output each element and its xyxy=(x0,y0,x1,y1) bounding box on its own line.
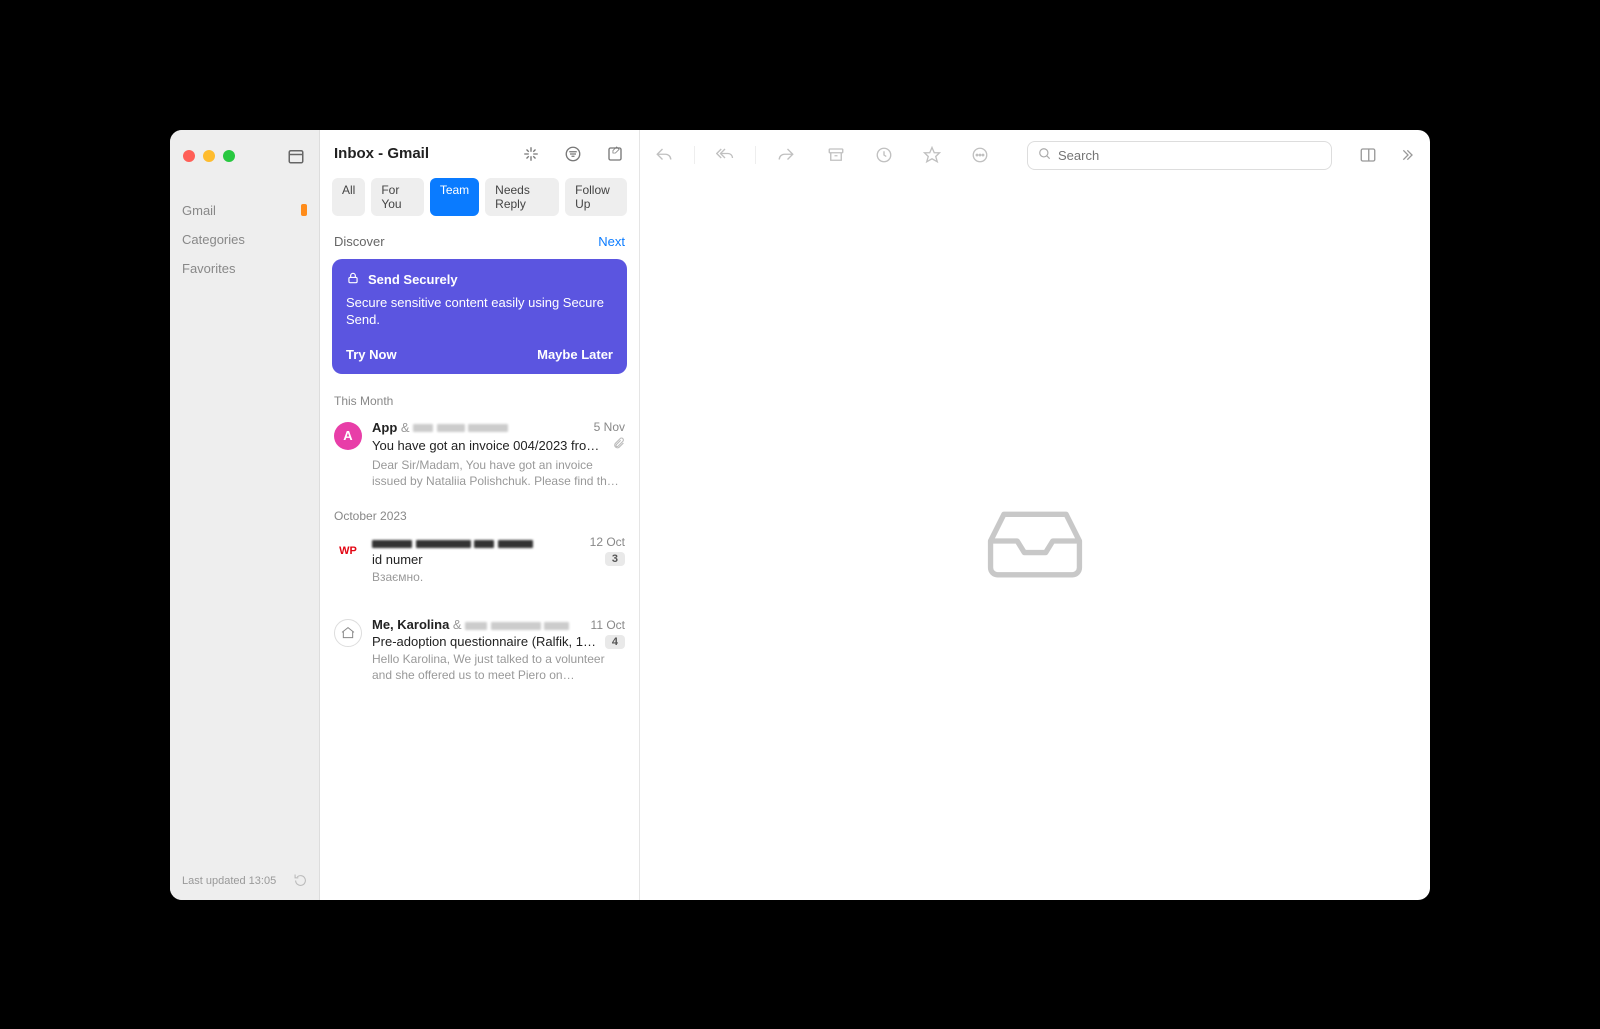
list-header: Inbox - Gmail xyxy=(320,130,639,174)
app-window: Gmail Categories Favorites Last updated … xyxy=(170,130,1430,900)
search-field[interactable] xyxy=(1027,141,1332,170)
list-title: Inbox - Gmail xyxy=(334,145,429,162)
sidebar-item-categories[interactable]: Categories xyxy=(170,225,319,254)
promo-maybe-later-button[interactable]: Maybe Later xyxy=(537,347,613,362)
reading-pane xyxy=(640,130,1430,900)
filter-for-you[interactable]: For You xyxy=(371,178,423,216)
lock-icon xyxy=(346,271,360,288)
star-icon[interactable] xyxy=(922,145,942,165)
archive-icon[interactable] xyxy=(826,145,846,165)
sparkle-icon[interactable] xyxy=(521,144,541,164)
message-sender: Me, Karolina & xyxy=(372,617,569,632)
maximize-window-button[interactable] xyxy=(223,150,235,162)
message-date: 11 Oct xyxy=(591,618,625,632)
filter-needs-reply[interactable]: Needs Reply xyxy=(485,178,559,216)
sidebar-item-label: Categories xyxy=(182,232,245,247)
overflow-icon[interactable] xyxy=(1396,145,1416,165)
sidebar-item-label: Favorites xyxy=(182,261,235,276)
last-updated-label: Last updated 13:05 xyxy=(182,875,276,887)
message-subject: id numer xyxy=(372,552,597,567)
sidebar-item-favorites[interactable]: Favorites xyxy=(170,254,319,283)
promo-title: Send Securely xyxy=(368,272,458,287)
sidebar-item-gmail[interactable]: Gmail xyxy=(170,196,319,225)
search-icon xyxy=(1038,147,1052,164)
message-date: 5 Nov xyxy=(594,420,625,434)
message-sender xyxy=(372,535,533,550)
avatar: A xyxy=(334,422,362,450)
section-header: This Month xyxy=(320,384,639,412)
thread-count-badge: 4 xyxy=(605,635,625,649)
discover-next-link[interactable]: Next xyxy=(598,234,625,249)
message-row[interactable]: A App & 5 Nov You have got an invoice 00… xyxy=(320,412,639,499)
promo-body: Secure sensitive content easily using Se… xyxy=(346,294,613,329)
section-header: October 2023 xyxy=(320,499,639,527)
empty-inbox-placeholder xyxy=(640,182,1430,900)
message-subject: You have got an invoice 004/2023 from Na… xyxy=(372,438,606,453)
filter-follow-up[interactable]: Follow Up xyxy=(565,178,627,216)
message-date: 12 Oct xyxy=(590,535,625,549)
refresh-icon[interactable] xyxy=(293,874,307,888)
message-preview: Dear Sir/Madam, You have got an invoice … xyxy=(372,457,625,489)
window-controls xyxy=(170,130,319,176)
reading-toolbar xyxy=(640,130,1430,182)
filter-row: All For You Team Needs Reply Follow Up xyxy=(320,174,639,226)
promo-try-now-button[interactable]: Try Now xyxy=(346,347,397,362)
thread-count-badge: 3 xyxy=(605,552,625,566)
calendar-icon[interactable] xyxy=(286,146,306,166)
more-icon[interactable] xyxy=(970,145,990,165)
avatar xyxy=(334,619,362,647)
avatar: WP xyxy=(334,537,362,565)
promo-card: Send Securely Secure sensitive content e… xyxy=(332,259,627,374)
unread-indicator xyxy=(301,204,307,216)
filter-all[interactable]: All xyxy=(332,178,365,216)
message-preview: Hello Karolina, We just talked to a volu… xyxy=(372,651,625,683)
filter-team[interactable]: Team xyxy=(430,178,479,216)
minimize-window-button[interactable] xyxy=(203,150,215,162)
discover-row: Discover Next xyxy=(320,226,639,255)
sidebar-nav: Gmail Categories Favorites xyxy=(170,176,319,283)
message-preview: Взаємно. xyxy=(372,569,625,585)
attachment-icon xyxy=(612,437,625,455)
sidebar-item-label: Gmail xyxy=(182,203,216,218)
sidebar: Gmail Categories Favorites Last updated … xyxy=(170,130,320,900)
discover-label: Discover xyxy=(334,234,385,249)
message-row[interactable]: WP 12 Oct id numer 3 Взаємно. xyxy=(320,527,639,595)
reply-all-icon[interactable] xyxy=(715,145,735,165)
message-sender: App & xyxy=(372,420,508,435)
message-list-column: Inbox - Gmail All For You Team Needs Rep… xyxy=(320,130,640,900)
panel-toggle-icon[interactable] xyxy=(1358,145,1378,165)
compose-icon[interactable] xyxy=(605,144,625,164)
close-window-button[interactable] xyxy=(183,150,195,162)
filter-icon[interactable] xyxy=(563,144,583,164)
message-subject: Pre-adoption questionnaire (Ralfik, 1282… xyxy=(372,634,597,649)
reply-icon[interactable] xyxy=(654,145,674,165)
sidebar-footer: Last updated 13:05 xyxy=(170,864,319,900)
snooze-icon[interactable] xyxy=(874,145,894,165)
search-input[interactable] xyxy=(1058,148,1321,163)
forward-icon[interactable] xyxy=(776,145,796,165)
message-row[interactable]: Me, Karolina & 11 Oct Pre-adoption quest… xyxy=(320,609,639,693)
